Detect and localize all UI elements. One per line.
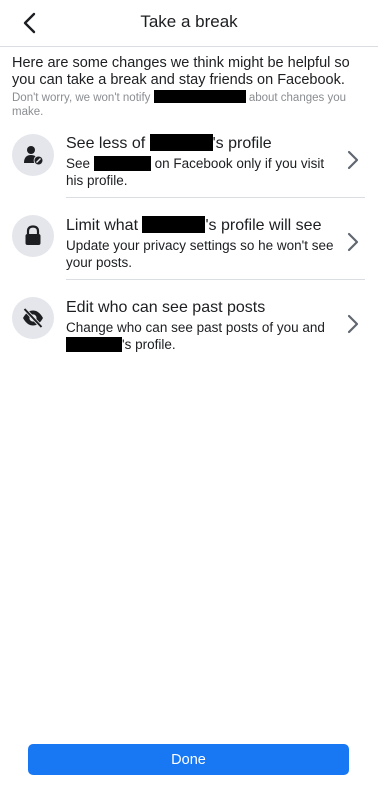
notify-note-start: Don't worry, we won't notify	[12, 92, 151, 104]
redacted-name	[66, 336, 122, 352]
past-posts-option[interactable]: Edit who can see past posts Change who c…	[0, 282, 378, 362]
divider	[66, 197, 365, 198]
see-less-icon-circle	[12, 134, 54, 176]
redacted-name	[149, 134, 213, 152]
past-posts-title: Edit who can see past posts	[66, 299, 266, 316]
past-posts-subtitle-end: 's profile.	[122, 337, 176, 352]
page-title: Take a break	[140, 12, 238, 31]
see-less-title-start: See less of	[66, 135, 146, 152]
notify-note: Don't worry, we won't notify about chang…	[12, 90, 367, 119]
limit-profile-icon-circle	[12, 215, 54, 257]
past-posts-subtitle: Change who can see past posts of you and…	[66, 319, 336, 353]
limit-profile-title-start: Limit what	[66, 217, 139, 234]
limit-profile-title: Limit what 's profile will see	[66, 216, 321, 235]
see-less-subtitle-start: See	[66, 156, 91, 171]
done-button[interactable]: Done	[28, 744, 349, 775]
lock-icon	[25, 225, 41, 245]
see-less-subtitle: See on Facebook only if you visit his pr…	[66, 155, 336, 189]
limit-profile-option[interactable]: Limit what 's profile will see Update yo…	[0, 200, 378, 280]
limit-profile-subtitle: Update your privacy settings so he won't…	[66, 238, 334, 270]
past-posts-icon-circle	[12, 297, 54, 339]
chevron-right-icon	[344, 148, 362, 172]
redacted-name	[93, 155, 151, 171]
chevron-right-icon	[344, 230, 362, 254]
see-less-option[interactable]: See less of 's profile See on Facebook o…	[0, 118, 378, 198]
take-a-break-screen: Take a break Here are some changes we th…	[0, 0, 378, 800]
redacted-name	[142, 216, 206, 234]
limit-profile-title-end: 's profile will see	[205, 217, 322, 234]
see-less-title-end: 's profile	[212, 135, 272, 152]
eye-slash-icon	[23, 307, 43, 329]
redacted-name	[153, 90, 246, 104]
chevron-right-icon	[344, 312, 362, 336]
person-minus-icon	[24, 146, 43, 165]
see-less-title: See less of 's profile	[66, 134, 272, 153]
past-posts-subtitle-start: Change who can see past posts of you and	[66, 320, 325, 335]
top-bar: Take a break	[0, 0, 378, 47]
intro-text: Here are some changes we think might be …	[12, 55, 350, 88]
divider	[66, 279, 365, 280]
